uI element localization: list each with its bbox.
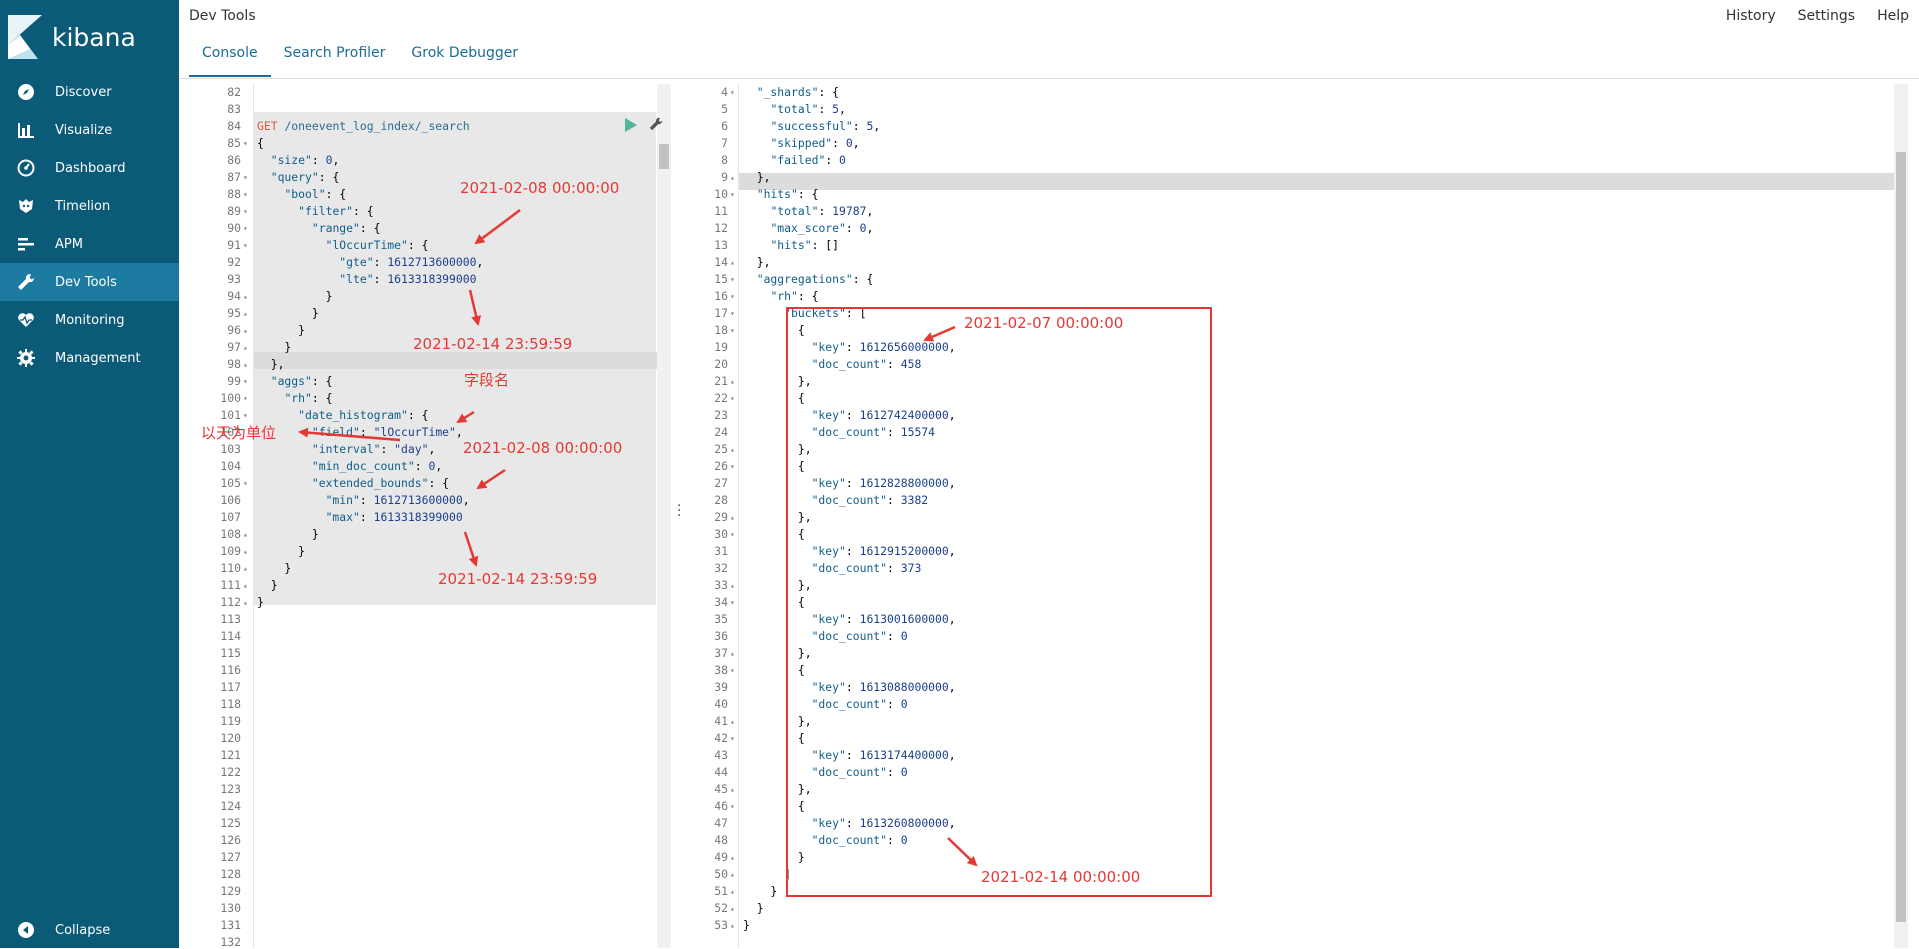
arrow-to-last-key (947, 837, 978, 867)
annotation-lte: 2021-02-14 23:59:59 (413, 335, 573, 353)
arrow-to-first-key (923, 325, 956, 342)
annotation-max: 2021-02-14 23:59:59 (438, 570, 598, 588)
arrow-to-max (463, 531, 479, 567)
annotation-first-bucket: 2021-02-07 00:00:00 (964, 314, 1124, 332)
annotation-last-bucket: 2021-02-14 00:00:00 (981, 868, 1141, 886)
arrow-to-lte (468, 289, 482, 326)
arrow-to-gte (474, 209, 521, 245)
annotation-min: 2021-02-08 00:00:00 (463, 439, 623, 457)
arrow-to-interval (298, 427, 401, 442)
annotation-interval: 以天为单位 (201, 424, 277, 442)
annotation-gte: 2021-02-08 00:00:00 (460, 179, 620, 197)
arrow-to-min (476, 468, 506, 490)
arrow-to-field (456, 410, 475, 424)
annotation-field-name: 字段名 (464, 371, 510, 389)
annotation-arrows (298, 209, 978, 867)
